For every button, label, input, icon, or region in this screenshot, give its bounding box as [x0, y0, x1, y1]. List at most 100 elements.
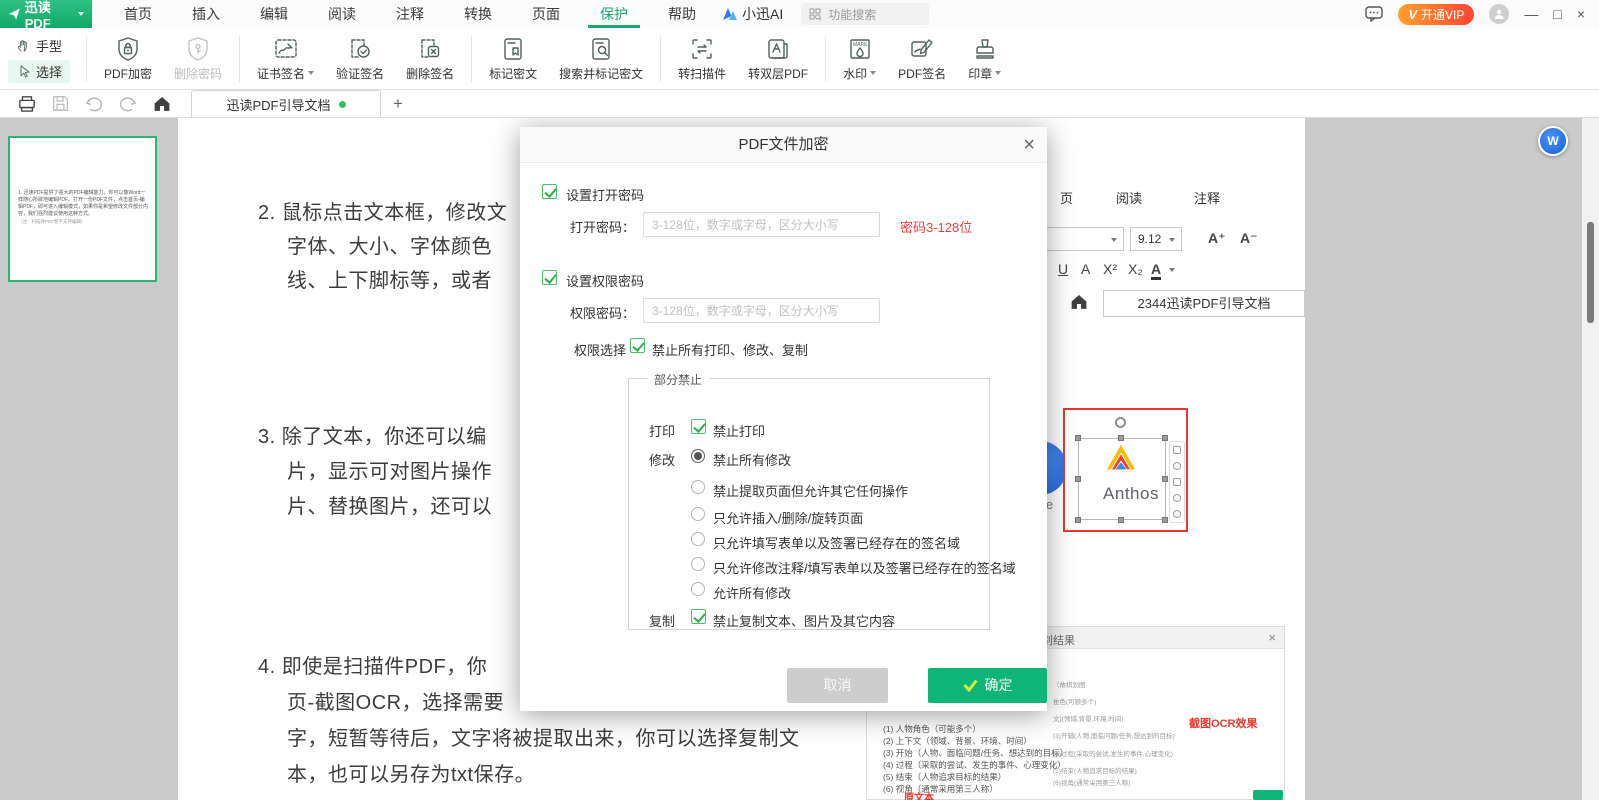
- doc-x-icon: [417, 36, 443, 62]
- embedded-strike-btn: A: [1081, 261, 1090, 277]
- select-tool-button[interactable]: 选择: [8, 60, 70, 83]
- document-tab[interactable]: 迅读PDF引导文档: [191, 90, 381, 117]
- modify-option-radio[interactable]: [691, 532, 705, 546]
- ai-assistant-button[interactable]: 小迅AI: [722, 4, 783, 24]
- minimize-button[interactable]: —: [1524, 7, 1538, 21]
- pdf-encrypt-button[interactable]: PDF加密: [93, 31, 163, 87]
- redo-button[interactable]: [119, 96, 137, 112]
- vip-upgrade-button[interactable]: V 开通VIP: [1398, 4, 1474, 25]
- menu-bar: 首页 插入 编辑 阅读 注释 转换 页面 保护 帮助: [104, 0, 716, 28]
- selection-handle[interactable]: [1162, 476, 1168, 482]
- forbid-print-checkbox[interactable]: [691, 419, 706, 434]
- image-mini-toolbar[interactable]: [1169, 441, 1185, 523]
- menu-insert[interactable]: 插入: [180, 0, 232, 28]
- embedded-menu-annotate: 注释: [1194, 188, 1220, 207]
- save-button[interactable]: [52, 95, 69, 112]
- undo-button[interactable]: [85, 96, 103, 112]
- feedback-chat-icon[interactable]: [1365, 6, 1383, 22]
- more-options-icon[interactable]: [1173, 510, 1181, 518]
- pdf-sign-button[interactable]: PDF签名: [887, 31, 957, 87]
- perm-password-field-label: 权限密码：: [570, 303, 635, 322]
- replace-image-icon[interactable]: [1173, 478, 1181, 486]
- vertical-scrollbar[interactable]: [1587, 222, 1594, 323]
- menu-help[interactable]: 帮助: [656, 0, 708, 28]
- new-tab-button[interactable]: +: [393, 94, 403, 114]
- modify-option-radio[interactable]: [691, 557, 705, 571]
- search-and-redact-button[interactable]: 搜索并标记密文: [548, 31, 654, 87]
- menu-edit[interactable]: 编辑: [248, 0, 300, 28]
- close-button[interactable]: ×: [1577, 7, 1585, 21]
- modify-option-label: 只允许修改注释/填写表单以及签署已经存在的签名域: [713, 558, 1016, 577]
- confirm-button[interactable]: 确定: [928, 668, 1047, 703]
- to-dual-layer-pdf-label: 转双层PDF: [748, 65, 808, 82]
- doc-text-line: 页-截图OCR，选择需要: [287, 686, 504, 715]
- perm-select-label: 权限选择: [574, 340, 626, 359]
- ai-icon: [722, 7, 738, 21]
- modify-option-radio-selected[interactable]: [691, 449, 705, 463]
- remove-signature-button[interactable]: 删除签名: [395, 31, 465, 87]
- maximize-button[interactable]: □: [1553, 7, 1561, 21]
- home-view-button[interactable]: [153, 95, 171, 112]
- cancel-button[interactable]: 取消: [787, 668, 888, 703]
- remove-password-button[interactable]: 删除密码: [163, 31, 233, 87]
- convert-to-word-floating-button[interactable]: W: [1538, 126, 1568, 156]
- menu-convert[interactable]: 转换: [452, 0, 504, 28]
- modify-option-label: 禁止提取页面但允许其它任何操作: [713, 481, 908, 500]
- page-thumbnail[interactable]: 1. 迅读PDF提供了强大的PDF编辑能力，你可以像Word一样随心所欲地编辑P…: [8, 136, 157, 282]
- embedded-font-smaller: A⁻: [1240, 230, 1258, 247]
- menu-protect[interactable]: 保护: [588, 0, 640, 28]
- menu-home[interactable]: 首页: [112, 0, 164, 28]
- pen-sign-icon: [909, 36, 935, 62]
- titlebar-right: V 开通VIP — □ ×: [1365, 4, 1599, 25]
- to-scan-button[interactable]: 转扫描件: [667, 31, 737, 87]
- selection-handle[interactable]: [1162, 435, 1168, 441]
- certificate-sign-button[interactable]: 证书签名: [246, 31, 325, 87]
- dropdown-caret-icon: [870, 71, 876, 75]
- open-password-input[interactable]: [643, 212, 880, 237]
- function-search-input[interactable]: 功能搜索: [801, 3, 929, 25]
- menu-page[interactable]: 页面: [520, 0, 572, 28]
- selection-handle[interactable]: [1075, 435, 1081, 441]
- edit-pencil-icon[interactable]: [1173, 446, 1181, 454]
- rotate-handle[interactable]: [1115, 417, 1126, 428]
- menu-annotate[interactable]: 注释: [384, 0, 436, 28]
- remove-password-label: 删除密码: [174, 65, 222, 82]
- opacity-icon[interactable]: [1173, 494, 1181, 502]
- mark-redact-button[interactable]: 标记密文: [478, 31, 548, 87]
- stamp-button[interactable]: 印章: [957, 31, 1012, 87]
- perm-password-input[interactable]: [643, 298, 880, 323]
- user-avatar[interactable]: [1489, 4, 1509, 24]
- selection-handle[interactable]: [1162, 517, 1168, 523]
- modify-option-radio[interactable]: [691, 507, 705, 521]
- dropdown-caret-icon: [995, 71, 1001, 75]
- selection-handle[interactable]: [1118, 435, 1124, 441]
- crop-icon[interactable]: [1173, 462, 1181, 470]
- ocr-source-line: (5) 结束（人物追求目标的结果）: [883, 771, 1006, 783]
- pdf-sign-label: PDF签名: [898, 65, 946, 82]
- print-button[interactable]: [18, 95, 36, 112]
- hand-icon: [16, 38, 31, 53]
- logo-caret-icon: [78, 12, 84, 16]
- forbid-all-checkbox[interactable]: [630, 338, 645, 353]
- selection-handle[interactable]: [1075, 517, 1081, 523]
- app-logo[interactable]: 迅读PDF: [0, 0, 92, 28]
- watermark-button[interactable]: MARK 水印: [832, 31, 887, 87]
- menu-read[interactable]: 阅读: [316, 0, 368, 28]
- embedded-menu-read: 阅读: [1116, 188, 1142, 207]
- dialog-close-icon[interactable]: ×: [1023, 132, 1035, 158]
- modify-option-label: 只允许填写表单以及签署已经存在的签名域: [713, 533, 960, 552]
- modify-option-radio[interactable]: [691, 582, 705, 596]
- verify-signature-button[interactable]: 验证签名: [325, 31, 395, 87]
- app-window: 迅读PDF 首页 插入 编辑 阅读 注释 转换 页面 保护 帮助 小迅AI 功能…: [0, 0, 1599, 800]
- to-dual-layer-pdf-button[interactable]: 转双层PDF: [737, 31, 819, 87]
- forbid-copy-checkbox[interactable]: [691, 609, 706, 624]
- selection-handle[interactable]: [1118, 517, 1124, 523]
- selection-handle[interactable]: [1075, 476, 1081, 482]
- hand-tool-button[interactable]: 手型: [8, 34, 70, 57]
- ocr-panel-close-icon[interactable]: ×: [1268, 630, 1276, 645]
- perm-password-checkbox[interactable]: [542, 270, 557, 285]
- open-password-checkbox[interactable]: [542, 184, 557, 199]
- thumbnail-text: 1. 迅读PDF提供了强大的PDF编辑能力，你可以像Word一样随心所欲地编辑P…: [18, 190, 148, 226]
- modify-option-radio[interactable]: [691, 480, 705, 494]
- toolbar-divider: [660, 36, 661, 82]
